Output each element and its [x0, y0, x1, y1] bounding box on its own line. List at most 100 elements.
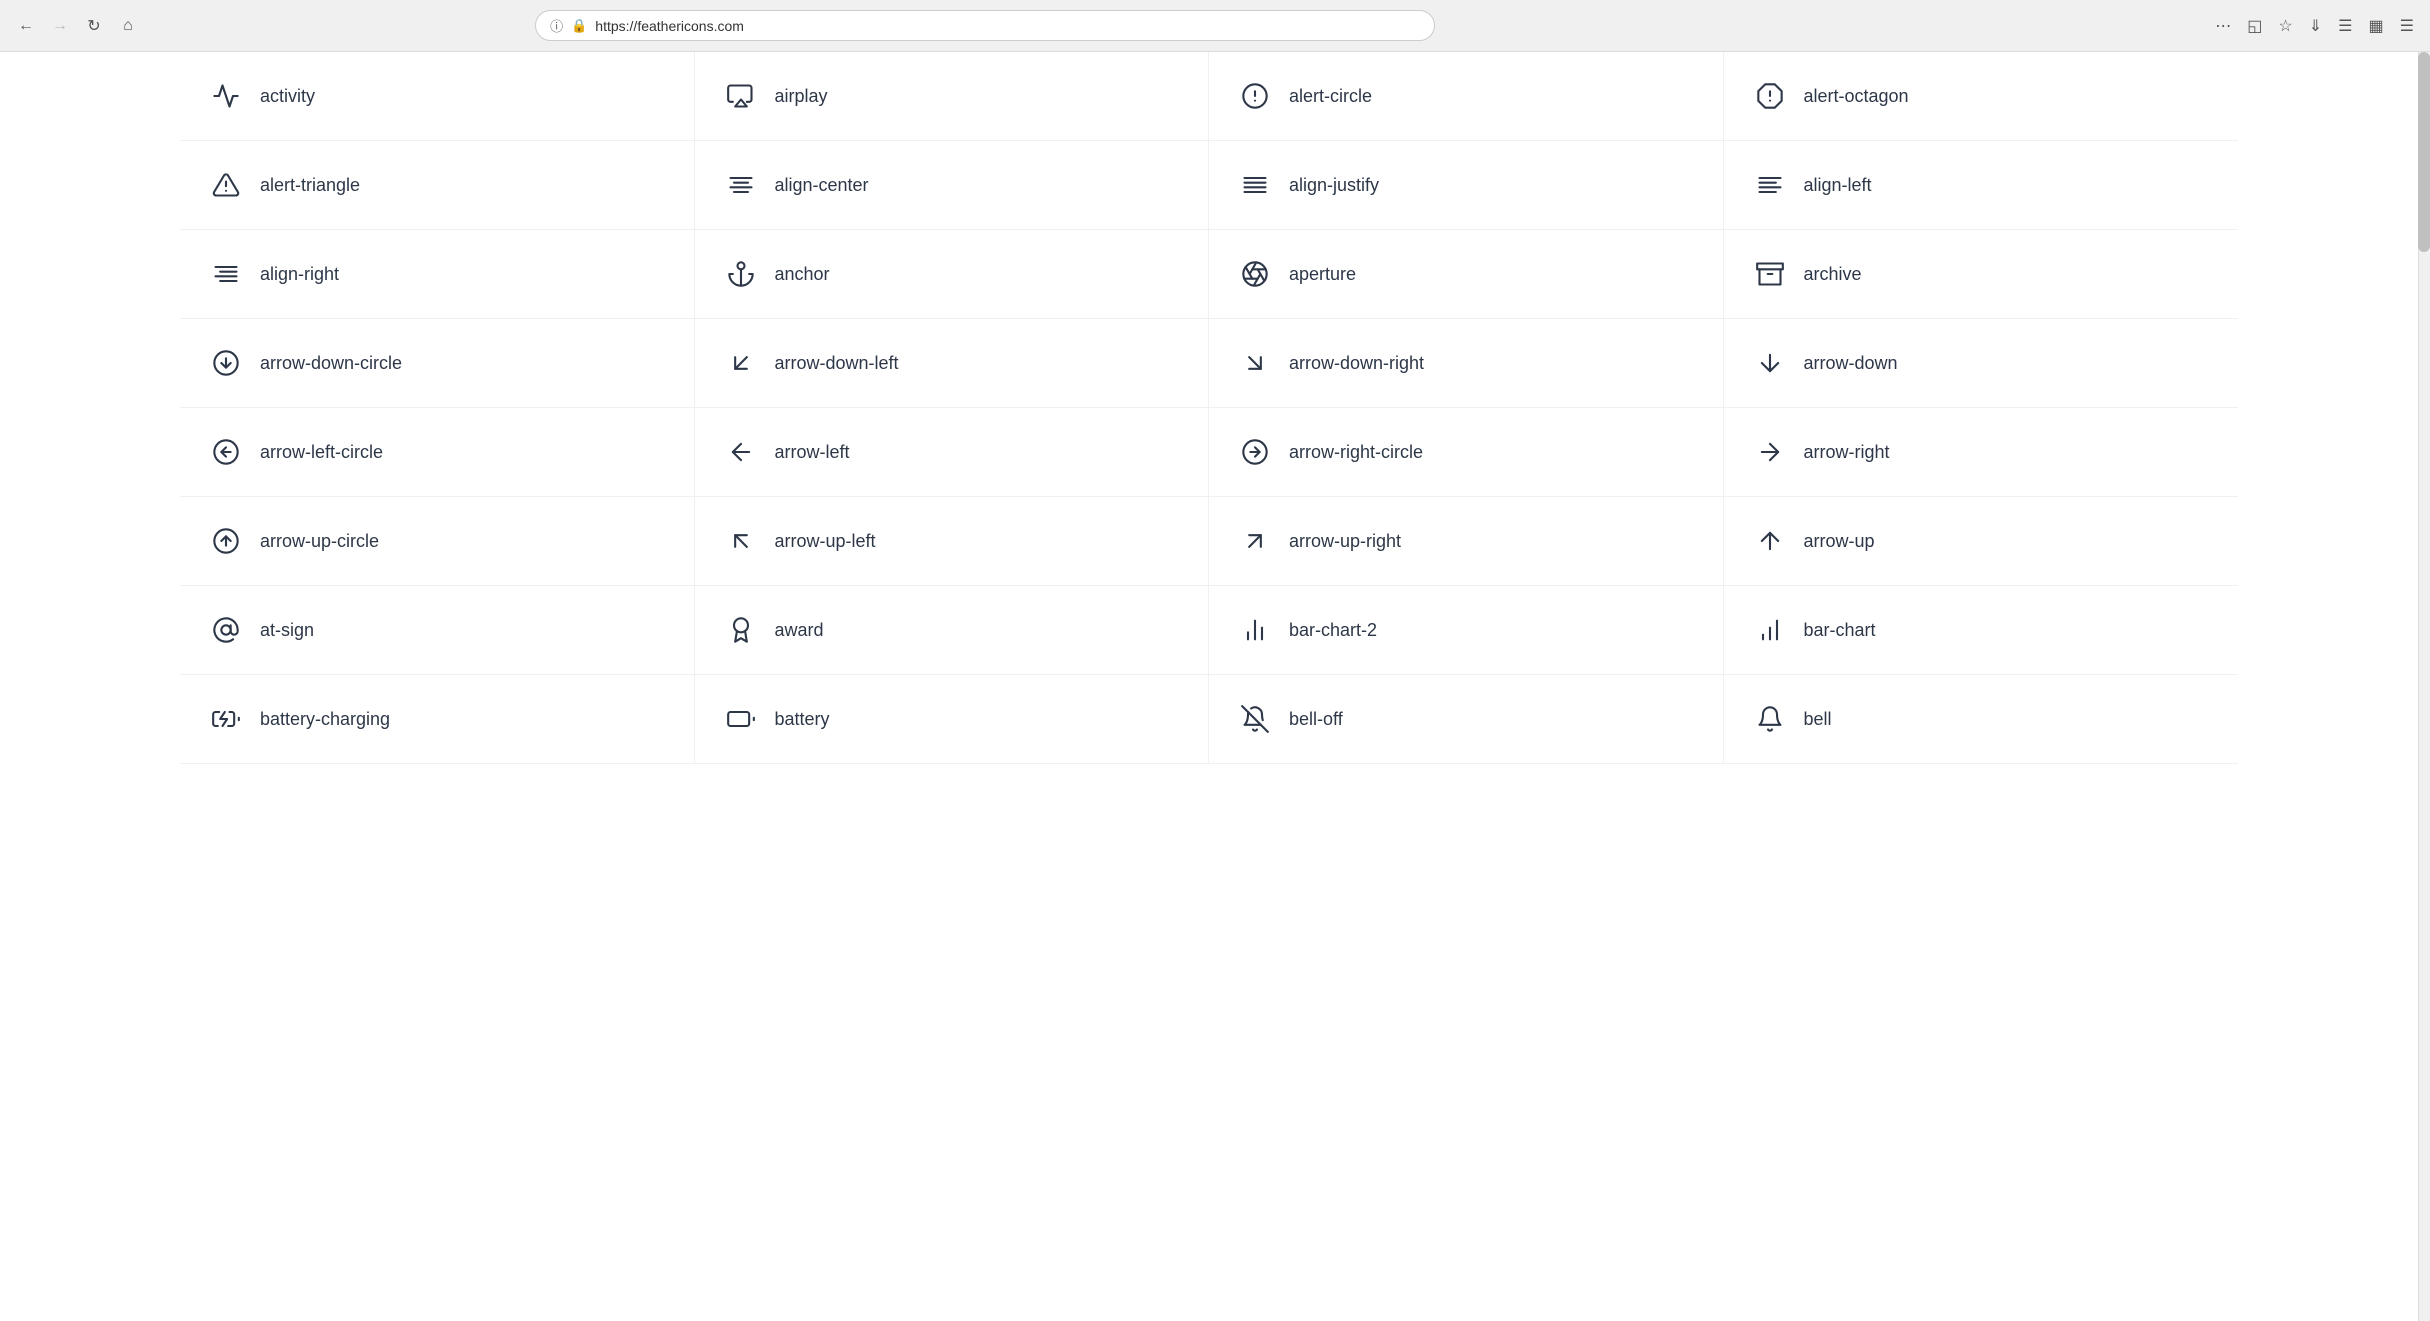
icon-cell-arrow-up-right[interactable]: arrow-up-right	[1209, 497, 1724, 586]
icon-grid: activity airplay alert-circle alert-octa…	[180, 52, 2238, 764]
icon-cell-bar-chart-2[interactable]: bar-chart-2	[1209, 586, 1724, 675]
icon-label: anchor	[775, 264, 830, 285]
icon-label: arrow-down-circle	[260, 353, 402, 374]
at-sign-icon	[210, 614, 242, 646]
menu-icon[interactable]: ☰	[2396, 12, 2418, 40]
icon-cell-arrow-up[interactable]: arrow-up	[1724, 497, 2239, 586]
icon-label: bar-chart-2	[1289, 620, 1377, 641]
icon-cell-alert-circle[interactable]: alert-circle	[1209, 52, 1724, 141]
icon-cell-arrow-up-left[interactable]: arrow-up-left	[695, 497, 1210, 586]
alert-circle-icon	[1239, 80, 1271, 112]
icon-cell-arrow-down-circle[interactable]: arrow-down-circle	[180, 319, 695, 408]
icon-label: arrow-left-circle	[260, 442, 383, 463]
sidebar-icon[interactable]: ▦	[2365, 12, 2388, 40]
icon-cell-airplay[interactable]: airplay	[695, 52, 1210, 141]
icon-label: align-right	[260, 264, 339, 285]
icon-cell-arrow-left[interactable]: arrow-left	[695, 408, 1210, 497]
arrow-down-circle-icon	[210, 347, 242, 379]
icon-label: arrow-right	[1804, 442, 1890, 463]
scrollbar-thumb[interactable]	[2418, 52, 2430, 252]
icon-label: arrow-left	[775, 442, 850, 463]
icon-label: align-center	[775, 175, 869, 196]
icon-cell-battery[interactable]: battery	[695, 675, 1210, 764]
forward-button[interactable]: →	[46, 12, 74, 40]
icon-label: arrow-up-right	[1289, 531, 1401, 552]
battery-icon	[725, 703, 757, 735]
align-right-icon	[210, 258, 242, 290]
icon-label: alert-octagon	[1804, 86, 1909, 107]
icon-cell-bell-off[interactable]: bell-off	[1209, 675, 1724, 764]
arrow-left-circle-icon	[210, 436, 242, 468]
icon-cell-aperture[interactable]: aperture	[1209, 230, 1724, 319]
icon-label: align-justify	[1289, 175, 1379, 196]
bell-off-icon	[1239, 703, 1271, 735]
bookmark-icon[interactable]: ☆	[2274, 12, 2296, 40]
icon-cell-archive[interactable]: archive	[1724, 230, 2239, 319]
icon-label: at-sign	[260, 620, 314, 641]
icon-label: arrow-down-right	[1289, 353, 1424, 374]
icon-cell-arrow-down-right[interactable]: arrow-down-right	[1209, 319, 1724, 408]
icon-cell-activity[interactable]: activity	[180, 52, 695, 141]
library-icon[interactable]: ☰	[2334, 12, 2356, 40]
align-left-icon	[1754, 169, 1786, 201]
icon-cell-arrow-down[interactable]: arrow-down	[1724, 319, 2239, 408]
arrow-right-circle-icon	[1239, 436, 1271, 468]
refresh-button[interactable]: ↻	[80, 12, 108, 40]
alert-triangle-icon	[210, 169, 242, 201]
icon-label: arrow-right-circle	[1289, 442, 1423, 463]
arrow-left-icon	[725, 436, 757, 468]
icon-cell-align-left[interactable]: align-left	[1724, 141, 2239, 230]
arrow-up-right-icon	[1239, 525, 1271, 557]
scrollbar-track[interactable]	[2418, 52, 2430, 1321]
address-bar[interactable]: ⓘ 🔒	[535, 10, 1435, 41]
icon-label: bell	[1804, 709, 1832, 730]
url-input[interactable]	[595, 18, 1420, 34]
nav-buttons: ← → ↻ ⌂	[12, 12, 142, 40]
icon-cell-alert-octagon[interactable]: alert-octagon	[1724, 52, 2239, 141]
align-justify-icon	[1239, 169, 1271, 201]
icon-label: alert-triangle	[260, 175, 360, 196]
arrow-down-right-icon	[1239, 347, 1271, 379]
align-center-icon	[725, 169, 757, 201]
back-button[interactable]: ←	[12, 12, 40, 40]
icon-cell-alert-triangle[interactable]: alert-triangle	[180, 141, 695, 230]
bell-icon	[1754, 703, 1786, 735]
icon-cell-anchor[interactable]: anchor	[695, 230, 1210, 319]
icon-cell-align-center[interactable]: align-center	[695, 141, 1210, 230]
icon-cell-align-justify[interactable]: align-justify	[1209, 141, 1724, 230]
icon-cell-arrow-down-left[interactable]: arrow-down-left	[695, 319, 1210, 408]
icon-label: battery	[775, 709, 830, 730]
icon-label: bell-off	[1289, 709, 1343, 730]
alert-octagon-icon	[1754, 80, 1786, 112]
icon-label: archive	[1804, 264, 1862, 285]
icon-cell-battery-charging[interactable]: battery-charging	[180, 675, 695, 764]
arrow-up-icon	[1754, 525, 1786, 557]
download-icon[interactable]: ⇓	[2305, 12, 2326, 40]
archive-icon	[1754, 258, 1786, 290]
icon-label: arrow-down	[1804, 353, 1898, 374]
icon-label: activity	[260, 86, 315, 107]
icon-cell-arrow-left-circle[interactable]: arrow-left-circle	[180, 408, 695, 497]
bar-chart-icon	[1754, 614, 1786, 646]
icon-cell-award[interactable]: award	[695, 586, 1210, 675]
icon-label: align-left	[1804, 175, 1872, 196]
icon-cell-bell[interactable]: bell	[1724, 675, 2239, 764]
pocket-icon[interactable]: ◱	[2243, 12, 2266, 40]
icon-cell-at-sign[interactable]: at-sign	[180, 586, 695, 675]
home-button[interactable]: ⌂	[114, 12, 142, 40]
icon-cell-align-right[interactable]: align-right	[180, 230, 695, 319]
arrow-up-circle-icon	[210, 525, 242, 557]
icon-cell-arrow-right-circle[interactable]: arrow-right-circle	[1209, 408, 1724, 497]
airplay-icon	[725, 80, 757, 112]
browser-chrome: ← → ↻ ⌂ ⓘ 🔒 ⋯ ◱ ☆ ⇓ ☰ ▦ ☰	[0, 0, 2430, 52]
icon-label: arrow-up-left	[775, 531, 876, 552]
icon-label: arrow-down-left	[775, 353, 899, 374]
more-icon[interactable]: ⋯	[2211, 12, 2235, 40]
icon-cell-arrow-up-circle[interactable]: arrow-up-circle	[180, 497, 695, 586]
award-icon	[725, 614, 757, 646]
battery-charging-icon	[210, 703, 242, 735]
anchor-icon	[725, 258, 757, 290]
icon-cell-arrow-right[interactable]: arrow-right	[1724, 408, 2239, 497]
icon-cell-bar-chart[interactable]: bar-chart	[1724, 586, 2239, 675]
toolbar-right: ⋯ ◱ ☆ ⇓ ☰ ▦ ☰	[2211, 12, 2418, 40]
